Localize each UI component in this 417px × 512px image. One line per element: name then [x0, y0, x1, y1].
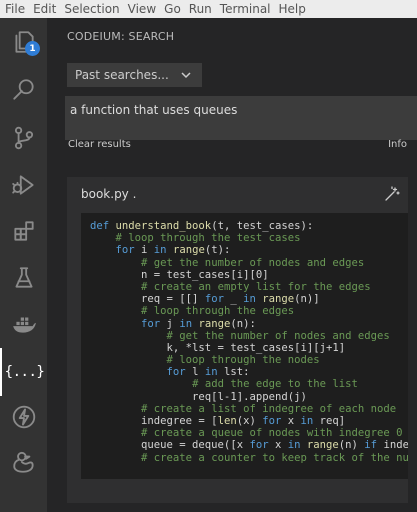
explorer-badge: 1	[25, 41, 40, 56]
code-line: for l in lst:	[166, 366, 250, 379]
code-line: for i in range(t):	[115, 244, 231, 257]
code-line: # get the number of nodes and edges	[166, 329, 390, 342]
menu-view[interactable]: View	[124, 0, 160, 18]
search-icon	[12, 79, 34, 100]
code-line: queue = deque([x for x in range(n) if in…	[90, 439, 408, 452]
code-line: req = [[] for _ in range(n)]	[90, 293, 320, 306]
code-line: k, *lst = test_cases[i][j+1]	[90, 341, 346, 354]
info-link[interactable]: Info	[388, 139, 407, 150]
search-query-input[interactable]: a function that uses queues	[65, 96, 417, 140]
extensions-icon	[13, 221, 34, 241]
past-searches-dropdown[interactable]: Past searches...	[67, 63, 202, 87]
testing-button[interactable]	[0, 254, 47, 302]
result-filename[interactable]: book.py .	[81, 187, 136, 201]
code-line: req[l-1].append(j)	[90, 390, 307, 403]
menu-file[interactable]: File	[0, 0, 29, 18]
past-searches-label: Past searches...	[75, 68, 169, 82]
codeium-search-panel: CODEIUM: SEARCH Past searches... a funct…	[47, 18, 417, 512]
menu-edit[interactable]: Edit	[29, 0, 60, 18]
code-line: # create an empty list for the edges	[141, 280, 371, 293]
codeium-search-button[interactable]: {...}	[0, 348, 47, 396]
extensions-button[interactable]	[0, 207, 47, 255]
search-result-card: book.py . def understand_book(t, test_ca…	[67, 177, 408, 503]
explorer-button[interactable]: 1	[0, 18, 47, 66]
code-snippet: def understand_book(t, test_cases): # lo…	[81, 213, 408, 479]
menu-selection[interactable]: Selection	[60, 0, 123, 18]
menu-help[interactable]: Help	[275, 0, 310, 18]
duck-button[interactable]	[0, 438, 47, 486]
search-button[interactable]	[0, 66, 47, 114]
code-line: # loop through the test cases	[115, 232, 301, 245]
menu-bar: File Edit Selection View Go Run Terminal…	[0, 0, 417, 18]
lightning-button[interactable]	[0, 393, 47, 441]
run-debug-button[interactable]	[0, 161, 47, 209]
clear-results-link[interactable]: Clear results	[68, 139, 131, 150]
code-line: # create a list of indegree of each node	[141, 402, 397, 415]
activity-bar: 1 {...}	[0, 18, 47, 512]
code-line: # create a counter to keep track of the …	[141, 451, 408, 464]
docker-button[interactable]	[0, 300, 47, 348]
panel-title: CODEIUM: SEARCH	[67, 30, 175, 43]
docker-icon	[12, 317, 36, 333]
menu-terminal[interactable]: Terminal	[216, 0, 275, 18]
code-line: for j in range(n):	[141, 317, 256, 330]
duck-icon	[12, 451, 34, 473]
code-lines: def understand_book(t, test_cases): # lo…	[90, 220, 408, 464]
codeium-search-icon: {...}	[4, 364, 45, 380]
run-debug-icon	[11, 175, 34, 195]
code-line: # create a queue of nodes with indegree …	[141, 427, 403, 440]
testing-icon	[14, 267, 33, 288]
source-control-button[interactable]	[0, 114, 47, 162]
code-line: # loop through the edges	[141, 305, 295, 318]
menu-go[interactable]: Go	[160, 0, 185, 18]
code-line: # add the edge to the list	[192, 378, 358, 391]
code-line: n = test_cases[i][0]	[90, 268, 269, 281]
source-control-icon	[14, 126, 33, 150]
lightning-icon	[12, 405, 35, 429]
code-line: # loop through the nodes	[166, 354, 320, 367]
chevron-down-icon	[180, 69, 192, 81]
code-line: # get the number of nodes and edges	[141, 256, 365, 269]
magic-wand-icon[interactable]	[384, 186, 400, 202]
code-line: def understand_book(t, test_cases):	[90, 220, 314, 232]
menu-run[interactable]: Run	[185, 0, 216, 18]
code-line: indegree = [len(x) for x in req]	[90, 415, 346, 427]
